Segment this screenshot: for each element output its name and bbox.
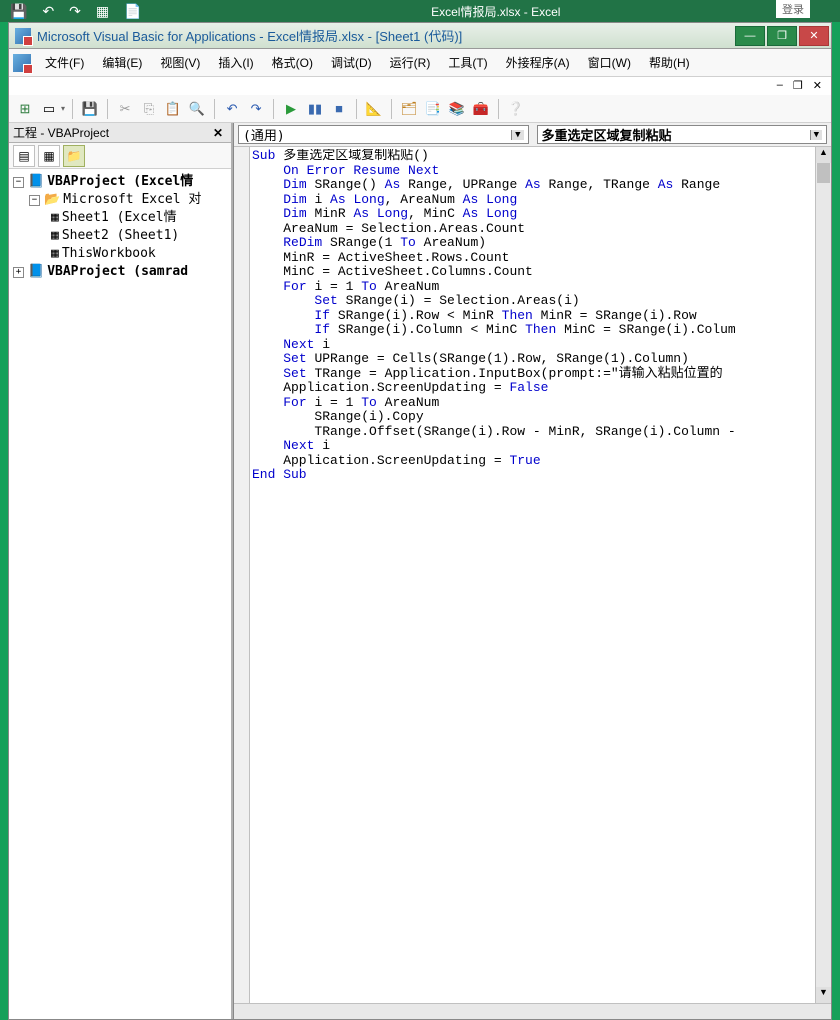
tree-project-2[interactable]: VBAProject (samrad bbox=[47, 263, 188, 281]
tree-folder-excel-objects[interactable]: Microsoft Excel 对 bbox=[63, 191, 201, 209]
close-button[interactable]: ✕ bbox=[799, 26, 829, 46]
menubar: 文件(F) 编辑(E) 视图(V) 插入(I) 格式(O) 调试(D) 运行(R… bbox=[9, 49, 831, 77]
tree-project-1[interactable]: VBAProject (Excel情 bbox=[47, 173, 193, 191]
project-explorer: 工程 - VBAProject ✕ ▤ ▦ 📁 −📘VBAProject (Ex… bbox=[9, 123, 233, 1019]
tree-thisworkbook[interactable]: ThisWorkbook bbox=[62, 245, 156, 263]
toolbar: ⊞ ▭▾ 💾 ✂ ⎘ 📋 🔍 ↶ ↷ ▶ ▮▮ ■ 📐 🗂 📑 📚 🧰 ❔ bbox=[9, 95, 831, 123]
window-title: Microsoft Visual Basic for Applications … bbox=[37, 26, 462, 45]
maximize-button[interactable]: ❐ bbox=[767, 26, 797, 46]
redo-icon[interactable]: ↷ bbox=[246, 99, 266, 119]
minimize-button[interactable]: — bbox=[735, 26, 765, 46]
project-toolbar: ▤ ▦ 📁 bbox=[9, 143, 231, 169]
code-editor[interactable]: Sub 多重选定区域复制粘贴() On Error Resume Next Di… bbox=[234, 147, 831, 1019]
menu-run[interactable]: 运行(R) bbox=[382, 50, 439, 75]
tree-collapse-icon[interactable]: − bbox=[13, 177, 24, 188]
horizontal-scrollbar[interactable] bbox=[234, 1003, 831, 1019]
folder-icon: 📂 bbox=[44, 191, 60, 209]
code-panel: (通用) ▼ 多重选定区域复制粘贴 ▼ Sub 多重选定区域复制粘贴() On Er… bbox=[233, 123, 831, 1019]
login-button[interactable]: 登录 bbox=[776, 0, 810, 18]
tree-expand-icon[interactable]: + bbox=[13, 267, 24, 278]
workbook-icon: ▦ bbox=[51, 245, 59, 263]
help-icon[interactable]: ❔ bbox=[506, 99, 526, 119]
project-close-icon[interactable]: ✕ bbox=[209, 126, 227, 140]
menu-help[interactable]: 帮助(H) bbox=[641, 50, 698, 75]
copy-icon[interactable]: ⎘ bbox=[139, 99, 159, 119]
view-object-icon[interactable]: ▦ bbox=[38, 145, 60, 167]
object-dropdown-value: (通用) bbox=[243, 125, 285, 144]
undo-icon[interactable]: ↶ bbox=[222, 99, 242, 119]
vba-window: Microsoft Visual Basic for Applications … bbox=[8, 22, 832, 1020]
qat-undo-icon[interactable]: ↶ bbox=[42, 3, 54, 20]
procedure-dropdown-value: 多重选定区域复制粘贴 bbox=[542, 125, 672, 144]
chevron-down-icon[interactable]: ▼ bbox=[810, 130, 822, 140]
tree-sheet1[interactable]: Sheet1 (Excel情 bbox=[62, 209, 177, 227]
project-icon: 📘 bbox=[28, 263, 44, 281]
project-explorer-icon[interactable]: 🗂 bbox=[399, 99, 419, 119]
mdi-restore[interactable]: ❐ bbox=[790, 79, 806, 92]
menu-addins[interactable]: 外接程序(A) bbox=[498, 50, 578, 75]
excel-title: Excel情报局.xlsx - Excel bbox=[162, 3, 830, 20]
menu-edit[interactable]: 编辑(E) bbox=[94, 50, 150, 75]
tree-sheet2[interactable]: Sheet2 (Sheet1) bbox=[62, 227, 179, 245]
titlebar: Microsoft Visual Basic for Applications … bbox=[9, 23, 831, 49]
reset-icon[interactable]: ■ bbox=[329, 99, 349, 119]
sheet-icon: ▦ bbox=[51, 227, 59, 245]
insert-form-icon[interactable]: ▭ bbox=[39, 99, 59, 119]
procedure-dropdown[interactable]: 多重选定区域复制粘贴 ▼ bbox=[537, 125, 828, 144]
view-excel-icon[interactable]: ⊞ bbox=[15, 99, 35, 119]
chevron-down-icon[interactable]: ▼ bbox=[511, 130, 523, 140]
find-icon[interactable]: 🔍 bbox=[187, 99, 207, 119]
paste-icon[interactable]: 📋 bbox=[163, 99, 183, 119]
object-browser-icon[interactable]: 📚 bbox=[447, 99, 467, 119]
properties-icon[interactable]: 📑 bbox=[423, 99, 443, 119]
vba-app-icon bbox=[15, 28, 31, 44]
mdi-controls: – ❐ ✕ bbox=[774, 79, 825, 92]
qat-icon[interactable]: ▦ bbox=[96, 3, 109, 20]
mdi-close[interactable]: ✕ bbox=[810, 79, 825, 92]
save-icon[interactable]: 💾 bbox=[80, 99, 100, 119]
menu-insert[interactable]: 插入(I) bbox=[210, 50, 261, 75]
sheet-icon: ▦ bbox=[51, 209, 59, 227]
toolbox-icon[interactable]: 🧰 bbox=[471, 99, 491, 119]
excel-ribbon-bg: 💾 ↶ ↷ ▦ 📄 Excel情报局.xlsx - Excel 登录 bbox=[0, 0, 840, 22]
menu-format[interactable]: 格式(O) bbox=[264, 50, 321, 75]
qat-redo-icon[interactable]: ↷ bbox=[69, 3, 81, 20]
tree-collapse-icon[interactable]: − bbox=[29, 195, 40, 206]
vba-menu-icon bbox=[13, 54, 31, 72]
run-icon[interactable]: ▶ bbox=[281, 99, 301, 119]
toggle-folders-icon[interactable]: 📁 bbox=[63, 145, 85, 167]
scroll-thumb[interactable] bbox=[817, 163, 830, 183]
project-title-text: 工程 - VBAProject bbox=[13, 124, 109, 141]
view-code-icon[interactable]: ▤ bbox=[13, 145, 35, 167]
menu-debug[interactable]: 调试(D) bbox=[323, 50, 380, 75]
qat-save-icon[interactable]: 💾 bbox=[10, 3, 27, 20]
menu-tools[interactable]: 工具(T) bbox=[440, 50, 495, 75]
mdi-minimize[interactable]: – bbox=[774, 79, 786, 92]
scroll-up-icon[interactable]: ▲ bbox=[816, 147, 831, 163]
project-tree[interactable]: −📘VBAProject (Excel情 −📂Microsoft Excel 对… bbox=[9, 169, 231, 1019]
qat-icon[interactable]: 📄 bbox=[124, 3, 141, 20]
menu-view[interactable]: 视图(V) bbox=[152, 50, 208, 75]
break-icon[interactable]: ▮▮ bbox=[305, 99, 325, 119]
code-margin bbox=[234, 147, 250, 1019]
cut-icon[interactable]: ✂ bbox=[115, 99, 135, 119]
project-panel-title: 工程 - VBAProject ✕ bbox=[9, 123, 231, 143]
vertical-scrollbar[interactable]: ▲ ▼ bbox=[815, 147, 831, 1003]
object-dropdown[interactable]: (通用) ▼ bbox=[238, 125, 529, 144]
code-text[interactable]: Sub 多重选定区域复制粘贴() On Error Resume Next Di… bbox=[252, 149, 815, 1003]
scroll-down-icon[interactable]: ▼ bbox=[816, 987, 831, 1003]
design-mode-icon[interactable]: 📐 bbox=[364, 99, 384, 119]
menu-window[interactable]: 窗口(W) bbox=[580, 50, 639, 75]
menu-file[interactable]: 文件(F) bbox=[37, 50, 92, 75]
project-icon: 📘 bbox=[28, 173, 44, 191]
